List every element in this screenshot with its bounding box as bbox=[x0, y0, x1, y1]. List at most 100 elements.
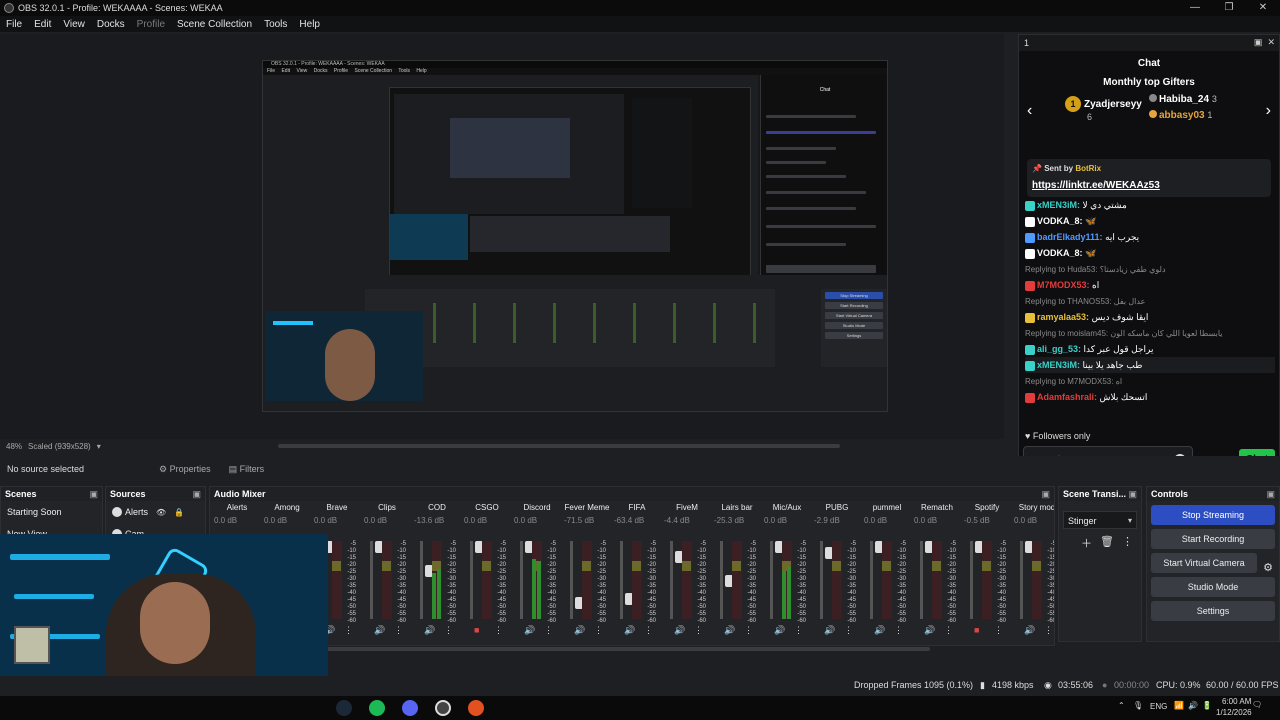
volume-fader[interactable] bbox=[870, 541, 883, 619]
stop-streaming-button[interactable]: Stop Streaming bbox=[1151, 505, 1275, 525]
close-icon[interactable]: ✕ bbox=[1267, 37, 1275, 47]
menu-tools[interactable]: Tools bbox=[258, 19, 293, 30]
more-icon[interactable]: ⋮ bbox=[494, 625, 503, 636]
maximize-button[interactable]: ❐ bbox=[1212, 0, 1246, 16]
zoom-level[interactable]: 48% bbox=[6, 442, 22, 451]
chat-username[interactable]: ali_gg_53: bbox=[1037, 344, 1081, 354]
chat-message[interactable]: xMEN3iM: طب جاهد يلا بينا bbox=[1025, 357, 1275, 373]
volume-fader[interactable] bbox=[670, 541, 683, 619]
speaker-icon[interactable]: 🔊 bbox=[924, 625, 935, 636]
chat-message[interactable]: ramyalaa53: ايقا شوف ديس bbox=[1025, 309, 1275, 325]
more-icon[interactable]: ⋮ bbox=[644, 625, 653, 636]
menu-help[interactable]: Help bbox=[293, 19, 326, 30]
speaker-icon[interactable]: 🔊 bbox=[674, 625, 685, 636]
menu-scene-collection[interactable]: Scene Collection bbox=[171, 19, 258, 30]
speaker-icon[interactable]: 🔊 bbox=[424, 625, 435, 636]
more-icon[interactable]: ⋮ bbox=[894, 625, 903, 636]
lock-icon[interactable]: 🔒 bbox=[174, 508, 184, 517]
volume-fader[interactable] bbox=[570, 541, 583, 619]
more-icon[interactable]: ⋮ bbox=[1044, 625, 1053, 636]
more-icon[interactable]: ⋮ bbox=[394, 625, 403, 636]
more-icon[interactable]: ⋮ bbox=[944, 625, 953, 636]
chat-messages[interactable]: xMEN3iM: مشتي دي لا VODKA_8: 🦋 badrElkady1… bbox=[1025, 197, 1275, 425]
mic-icon[interactable]: 🎙 bbox=[1133, 701, 1143, 710]
speaker-icon[interactable]: 🔊 bbox=[624, 625, 635, 636]
more-icon[interactable]: ⋮ bbox=[344, 625, 353, 636]
more-icon[interactable]: ⋮ bbox=[744, 625, 753, 636]
chevron-left-icon[interactable]: ‹ bbox=[1027, 102, 1032, 120]
chat-reply-context[interactable]: Replying to Huda53: دلوي طفي زيادستا؟ bbox=[1025, 261, 1275, 277]
volume-fader[interactable] bbox=[720, 541, 733, 619]
gifter-second[interactable]: Habiba_24 3 bbox=[1149, 94, 1217, 105]
float-icon[interactable]: ▣ bbox=[89, 487, 98, 501]
menu-file[interactable]: File bbox=[0, 19, 28, 30]
volume-fader[interactable] bbox=[620, 541, 633, 619]
chat-reply-context[interactable]: Replying to THANOS53: عدال بفل bbox=[1025, 293, 1275, 309]
speaker-icon[interactable]: 🔊 bbox=[824, 625, 835, 636]
more-icon[interactable]: ⋮ bbox=[994, 625, 1003, 636]
obs-icon[interactable] bbox=[435, 700, 451, 716]
transition-select[interactable]: Stinger bbox=[1063, 511, 1137, 530]
source-item[interactable]: Alerts 👁 🔒 bbox=[106, 501, 205, 523]
float-icon[interactable]: ▣ bbox=[192, 487, 201, 501]
volume-fader[interactable] bbox=[420, 541, 433, 619]
preview-scrollbar[interactable] bbox=[278, 444, 840, 448]
chat-message[interactable]: VODKA_8: 🦋 bbox=[1025, 245, 1275, 261]
wifi-icon[interactable]: 📶 bbox=[1174, 701, 1184, 710]
steam-icon[interactable] bbox=[336, 700, 352, 716]
clock-date[interactable]: 1/12/2026 bbox=[1216, 708, 1252, 717]
chat-username[interactable]: Adamfashrali: bbox=[1037, 392, 1097, 402]
speaker-icon[interactable]: ■ bbox=[974, 625, 979, 635]
speaker-icon[interactable]: 🔊 bbox=[574, 625, 585, 636]
chat-username[interactable]: xMEN3iM: bbox=[1037, 200, 1080, 210]
more-icon[interactable]: ⋮ bbox=[794, 625, 803, 636]
speaker-icon[interactable]: ■ bbox=[474, 625, 479, 635]
studio-mode-button[interactable]: Studio Mode bbox=[1151, 577, 1275, 597]
chat-message[interactable]: Adamfashrali: اتسحك بلاش bbox=[1025, 389, 1275, 405]
speaker-icon[interactable]: 🔊 bbox=[374, 625, 385, 636]
settings-button[interactable]: Settings bbox=[1151, 601, 1275, 621]
chat-message[interactable]: VODKA_8: 🦋 bbox=[1025, 213, 1275, 229]
volume-fader[interactable] bbox=[970, 541, 983, 619]
speaker-icon[interactable]: 🔊 bbox=[774, 625, 785, 636]
filters-button[interactable]: ▤ Filters bbox=[223, 461, 271, 478]
start-recording-button[interactable]: Start Recording bbox=[1151, 529, 1275, 549]
float-icon[interactable]: ▣ bbox=[1266, 487, 1275, 501]
speaker-icon[interactable]: 🔊 bbox=[524, 625, 535, 636]
chevron-down-icon[interactable]: ▾ bbox=[97, 442, 101, 451]
more-icon[interactable]: ⋮ bbox=[594, 625, 603, 636]
more-icon[interactable]: ⋮ bbox=[844, 625, 853, 636]
chat-message[interactable]: M7MODX53: اه bbox=[1025, 277, 1275, 293]
gifter-third[interactable]: abbasy03 1 bbox=[1149, 110, 1212, 121]
volume-fader[interactable] bbox=[1020, 541, 1033, 619]
speaker-icon[interactable]: 🔊 bbox=[1024, 625, 1035, 636]
chat-username[interactable]: VODKA_8: bbox=[1037, 248, 1083, 258]
chat-username[interactable]: badrElkady111: bbox=[1037, 232, 1103, 242]
volume-fader[interactable] bbox=[520, 541, 533, 619]
chat-username[interactable]: VODKA_8: bbox=[1037, 216, 1083, 226]
volume-icon[interactable]: 🔊 bbox=[1188, 701, 1198, 710]
chat-message[interactable]: badrElkady111: يجرب ايه bbox=[1025, 229, 1275, 245]
more-icon[interactable]: ⋮ bbox=[694, 625, 703, 636]
close-button[interactable]: ✕ bbox=[1246, 0, 1280, 16]
chevron-right-icon[interactable]: › bbox=[1266, 102, 1271, 120]
menu-edit[interactable]: Edit bbox=[28, 19, 57, 30]
more-icon[interactable]: ⋮ bbox=[1122, 535, 1133, 551]
discord-icon[interactable] bbox=[402, 700, 418, 716]
chat-reply-context[interactable]: Replying to moislam45: يابسطا لعويا اللي… bbox=[1025, 325, 1275, 341]
volume-fader[interactable] bbox=[470, 541, 483, 619]
brave-icon[interactable] bbox=[468, 700, 484, 716]
volume-fader[interactable] bbox=[370, 541, 383, 619]
volume-fader[interactable] bbox=[920, 541, 933, 619]
float-icon[interactable]: ▣ bbox=[1128, 487, 1137, 501]
chat-message[interactable]: ali_gg_53: يراجل قول عبر كدا bbox=[1025, 341, 1275, 357]
chat-username[interactable]: xMEN3iM: bbox=[1037, 360, 1080, 370]
volume-fader[interactable] bbox=[820, 541, 833, 619]
battery-icon[interactable]: 🔋 bbox=[1202, 701, 1212, 710]
gifter-first[interactable]: 1 Zyadjerseyy 6 bbox=[1065, 96, 1142, 123]
float-icon[interactable]: ▣ bbox=[1041, 487, 1050, 501]
chat-message[interactable]: xMEN3iM: مشتي دي لا bbox=[1025, 197, 1275, 213]
notification-icon[interactable]: 🗨 bbox=[1252, 700, 1262, 709]
chat-username[interactable]: M7MODX53: bbox=[1037, 280, 1090, 290]
volume-fader[interactable] bbox=[770, 541, 783, 619]
